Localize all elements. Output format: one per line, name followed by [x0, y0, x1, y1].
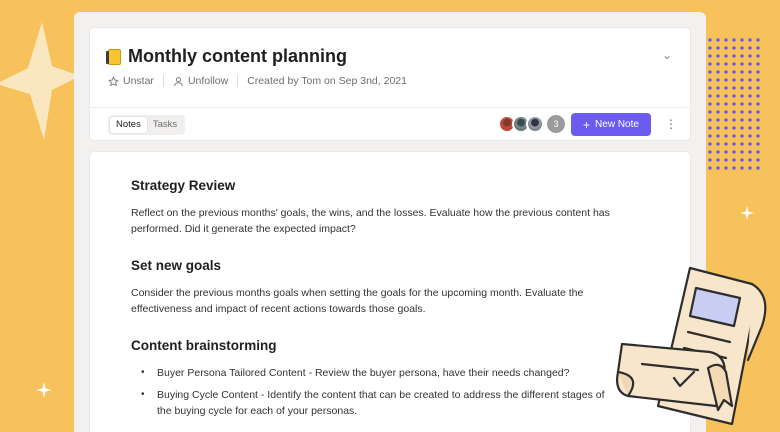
tab-tasks[interactable]: Tasks: [147, 117, 183, 133]
background-star-decoration: [0, 22, 80, 140]
document-body[interactable]: Strategy Review Reflect on the previous …: [131, 178, 621, 425]
new-note-button[interactable]: + New Note: [571, 113, 651, 136]
list-item: Buying Cycle Content - Identify the cont…: [131, 387, 621, 419]
header-divider: [90, 107, 690, 108]
note-document: Strategy Review Reflect on the previous …: [90, 152, 690, 432]
unfollow-label: Unfollow: [187, 75, 229, 87]
page-title: Monthly content planning: [128, 46, 347, 66]
unstar-button[interactable]: Unstar: [108, 75, 154, 87]
avatar[interactable]: [526, 115, 544, 133]
tab-notes[interactable]: Notes: [110, 117, 147, 133]
unfollow-button[interactable]: Unfollow: [173, 75, 228, 87]
dot-pattern-decoration: [706, 36, 762, 172]
meta-row: Unstar Unfollow Created by Tom on Sep 3n…: [108, 75, 407, 87]
user-icon: [174, 76, 183, 86]
title-row: Monthly content planning: [106, 46, 347, 67]
star-icon: [108, 76, 119, 86]
note-header: Monthly content planning ⌄ Unstar Unfoll…: [90, 28, 690, 140]
section-paragraph: Consider the previous months goals when …: [131, 287, 584, 315]
chevron-down-icon[interactable]: ⌄: [662, 48, 672, 62]
plus-icon: +: [583, 117, 591, 132]
section-paragraph: Reflect on the previous months' goals, t…: [131, 207, 610, 235]
list-item: Buyer Persona Tailored Content - Review …: [131, 365, 621, 381]
section-heading: Set new goals: [131, 258, 222, 273]
sparkle-icon: [740, 206, 754, 220]
bullet-list: Buyer Persona Tailored Content - Review …: [131, 365, 621, 419]
notebook-icon: [106, 48, 121, 65]
meta-separator: [237, 75, 239, 87]
contract-document-illustration: [616, 266, 767, 426]
sparkle-icon: [36, 382, 52, 398]
section-heading: Content brainstorming: [131, 338, 277, 353]
more-options-icon[interactable]: ⋮: [665, 117, 677, 131]
created-by-text: Created by Tom on Sep 3nd, 2021: [247, 75, 407, 87]
unstar-label: Unstar: [123, 75, 154, 87]
section-heading: Strategy Review: [131, 178, 236, 193]
view-tabs: Notes Tasks: [108, 115, 186, 135]
meta-separator: [162, 75, 164, 87]
more-collaborators-badge[interactable]: 3: [547, 115, 565, 133]
new-note-label: New Note: [595, 119, 639, 130]
collaborator-avatars[interactable]: 3: [498, 115, 565, 133]
